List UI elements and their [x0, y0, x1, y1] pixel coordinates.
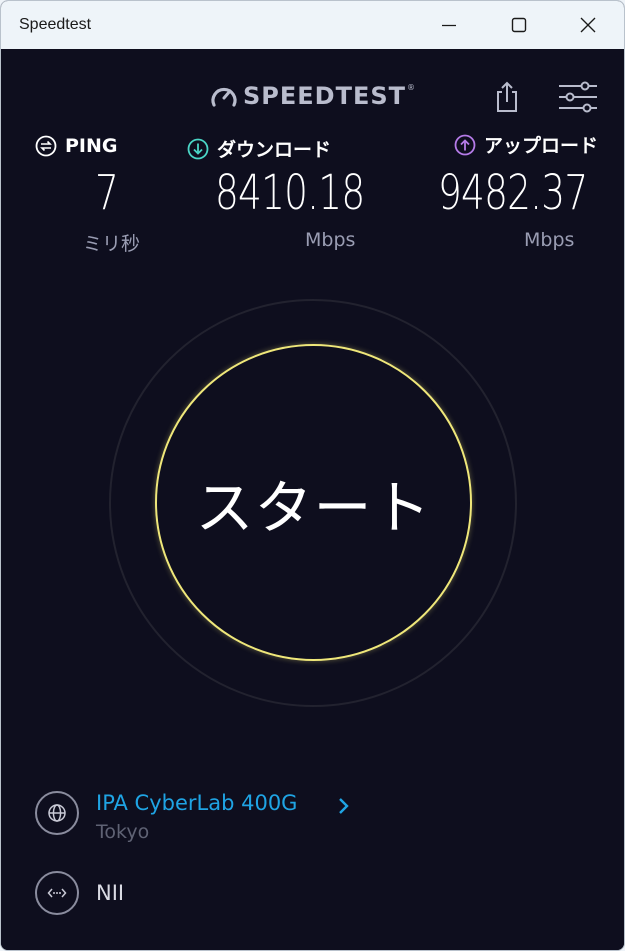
ping-icon: [35, 135, 57, 157]
share-icon: [497, 81, 517, 112]
isp-info: NII: [35, 871, 595, 921]
close-icon: [580, 17, 596, 33]
settings-button[interactable]: [557, 81, 599, 113]
app-window: Speedtest SPEEDTEST ® PING 7 ミリ秒 ダウンロード …: [0, 0, 625, 951]
ping-label: PING: [65, 135, 118, 157]
start-button[interactable]: スタート: [155, 344, 472, 661]
download-value: 8410.18: [215, 165, 365, 221]
start-label: スタート: [195, 473, 432, 542]
upload-value: 9482.37: [438, 165, 588, 221]
minimize-icon: [442, 24, 456, 27]
ping-value: 7: [95, 165, 119, 221]
download-unit: Mbps: [305, 229, 356, 251]
server-selector[interactable]: IPA CyberLab 400G Tokyo: [35, 791, 595, 851]
download-arrow-icon: [187, 138, 209, 159]
upload-unit: Mbps: [524, 229, 575, 251]
minimize-button[interactable]: [426, 1, 472, 49]
speedtest-app: SPEEDTEST ® PING 7 ミリ秒 ダウンロード 8410.18 Mb…: [1, 49, 624, 950]
share-button[interactable]: [491, 79, 523, 115]
upload-arrow-icon: [454, 134, 476, 155]
ping-unit: ミリ秒: [83, 233, 141, 255]
isp-icon-badge: [35, 871, 79, 915]
chevron-right-icon[interactable]: [337, 796, 351, 816]
window-title: Speedtest: [19, 16, 92, 33]
maximize-button[interactable]: [496, 1, 542, 49]
server-icon-badge: [35, 791, 79, 835]
isp-name: NII: [96, 881, 125, 905]
ping-metric: PING 7 ミリ秒: [35, 135, 140, 255]
brand-trademark: ®: [407, 82, 416, 92]
brand-name: SPEEDTEST: [243, 82, 407, 110]
globe-icon: [48, 804, 66, 822]
server-name-link[interactable]: IPA CyberLab 400G: [96, 791, 297, 815]
download-label: ダウンロード: [217, 139, 332, 161]
title-bar[interactable]: Speedtest: [1, 1, 624, 49]
server-location: Tokyo: [96, 821, 150, 843]
upload-label: アップロード: [484, 135, 599, 157]
maximize-icon: [511, 17, 527, 33]
upload-metric: アップロード 9482.37 Mbps: [438, 131, 599, 251]
speedtest-logo: SPEEDTEST ®: [209, 81, 415, 111]
download-metric: ダウンロード 8410.18 Mbps: [187, 135, 365, 251]
close-button[interactable]: [565, 1, 611, 49]
connection-icon: [47, 888, 67, 898]
settings-sliders-icon: [559, 81, 597, 113]
speedtest-logo-icon: [211, 87, 237, 107]
